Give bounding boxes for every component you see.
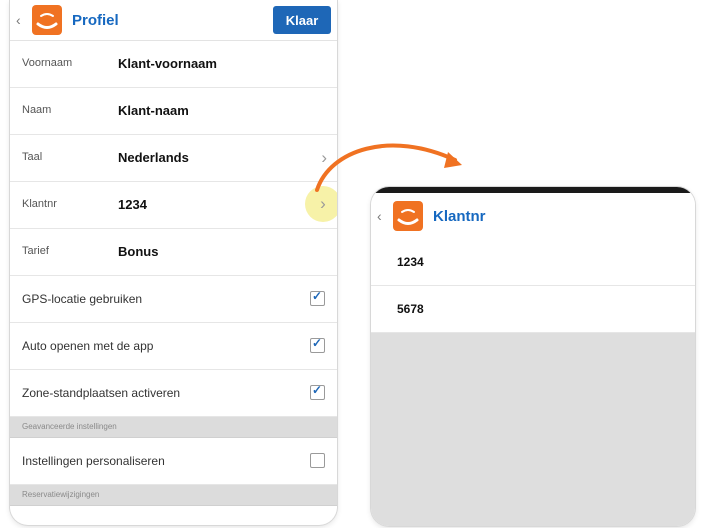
arrow-icon (315, 143, 462, 192)
